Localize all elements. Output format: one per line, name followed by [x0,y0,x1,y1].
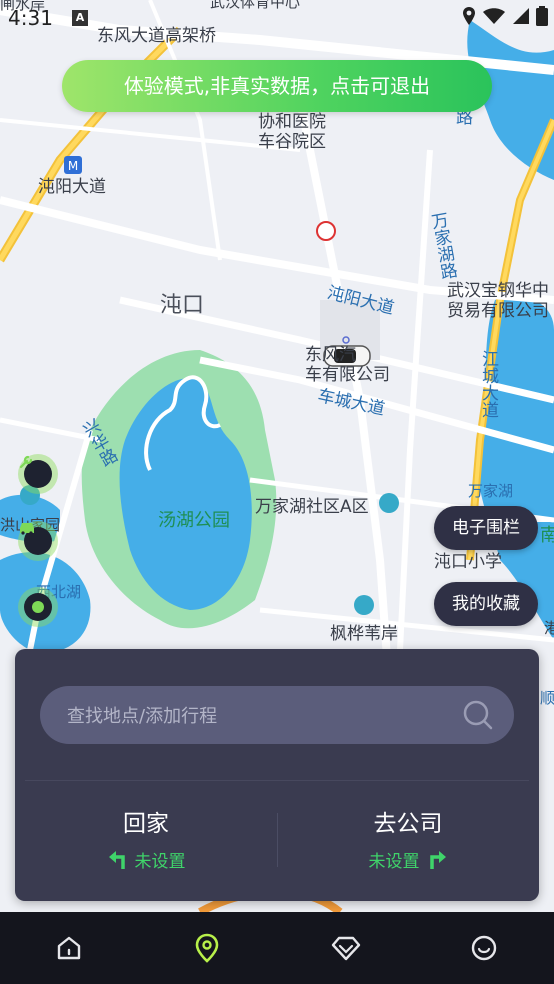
map-label-xiehe-hospital: 协和医院 车谷院区 [258,112,326,152]
map-label-right-nan: 南 [540,525,554,546]
home-icon [57,936,81,960]
map-label-fengye: 枫桦苇岸 [330,624,398,644]
car-icon [20,523,34,535]
turn-right-icon [429,850,446,869]
map-label-zhuankou-school: 沌口小学 [434,552,502,572]
panel-divider [25,780,529,781]
demo-mode-banner[interactable]: 体验模式,非真实数据，点击可退出 [62,60,492,112]
map-label-jiangcheng-road: 江城大道 [478,350,498,418]
smile-icon [471,935,497,961]
svg-text:M: M [68,159,78,173]
status-time: 4:31 [8,6,53,30]
battery-icon [536,6,548,26]
wrench-marker[interactable] [18,454,58,494]
search-icon[interactable] [462,699,494,735]
nav-map[interactable] [191,932,223,964]
go-home-title: 回家 [123,811,169,837]
map-label-zhuanyang-road: 沌阳大道 [38,177,106,197]
search-bar[interactable] [40,686,514,746]
panel-vertical-divider [277,813,278,867]
go-company-title: 去公司 [373,811,443,837]
nav-profile[interactable] [468,932,500,964]
map-label-right-shun: 顺 [540,689,554,707]
status-bar: 4:31 A [0,0,554,34]
map-label-baogang: 武汉宝钢华中 贸易有限公司 [447,281,549,321]
dot-icon [32,601,44,613]
go-company-button[interactable]: 去公司 未设置 [288,809,528,872]
go-home-status: 未设置 [134,852,186,872]
go-home-button[interactable]: 回家 未设置 [26,809,266,872]
wifi-icon [483,8,505,24]
location-icon [195,933,219,963]
nav-home[interactable] [53,932,85,964]
charging-marker[interactable] [18,587,58,627]
search-input[interactable] [40,686,469,746]
map-label-zhuankou: 沌口 [160,293,205,318]
map-label-right-gang: 港 [544,619,554,637]
bottom-nav [0,912,554,984]
signal-icon [513,8,529,24]
map-label-dongfeng-car: 东风汽 车有限公司 [305,345,390,385]
car-station-marker[interactable] [18,521,58,561]
diamond-icon [331,936,361,961]
trip-panel: 回家 未设置 去公司 未设置 [15,649,539,901]
map-label-wanjiahu-lake: 万家湖 [468,482,514,500]
notification-icon: A [72,10,88,26]
go-company-status: 未设置 [368,852,420,872]
map-label-tanghu-park: 汤湖公园 [158,510,230,531]
nav-service[interactable] [330,932,362,964]
turn-left-icon [108,850,125,869]
wrench-icon [19,455,33,469]
electronic-fence-button[interactable]: 电子围栏 [434,506,538,550]
status-icons [462,6,548,26]
location-status-icon [463,7,475,25]
my-favorites-button[interactable]: 我的收藏 [434,582,538,626]
map-label-wanjiahu-area: 万家湖社区A区 [255,497,369,517]
